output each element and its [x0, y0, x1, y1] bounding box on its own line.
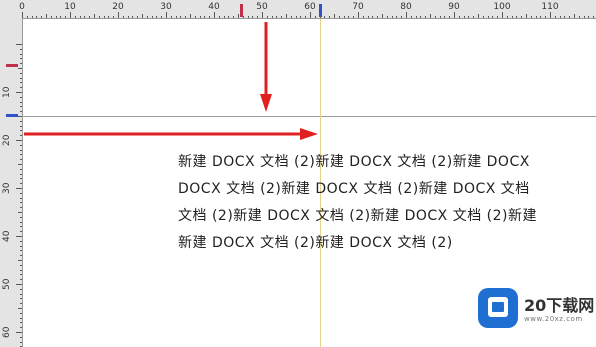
watermark-logo-icon	[478, 288, 518, 328]
right-arrow-head	[300, 128, 318, 140]
watermark-brand: 20下载网	[524, 296, 595, 315]
watermark-url: www.20xz.com	[524, 315, 583, 323]
down-arrow-head	[260, 94, 272, 112]
